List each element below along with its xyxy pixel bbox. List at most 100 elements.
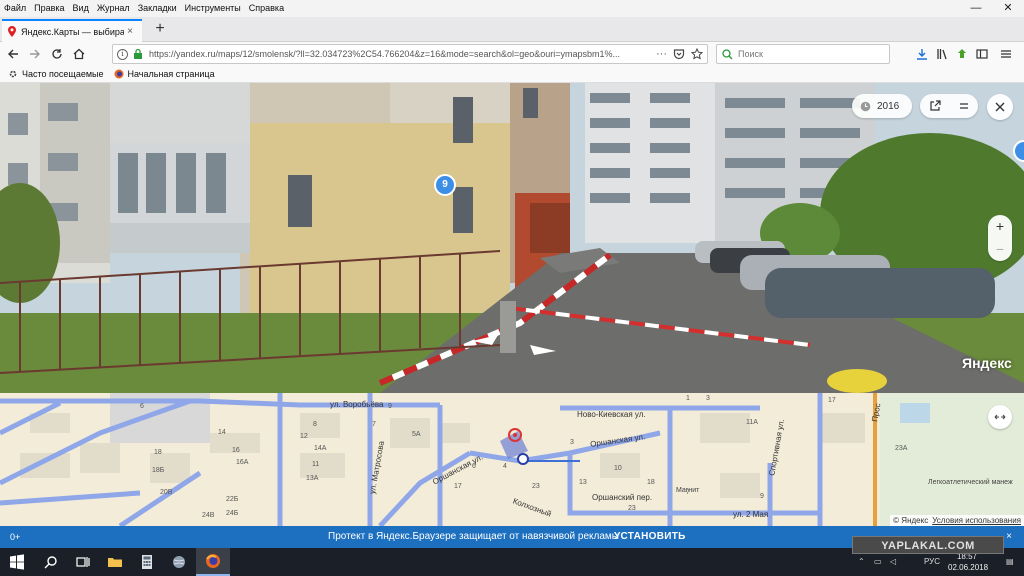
house-number: 18 [154,449,162,456]
house-number: 14А [314,445,327,452]
panorama-tools [920,94,978,118]
house-number-marker[interactable]: 9 [434,174,456,196]
promo-message: Протект в Яндекс.Браузере защищает от на… [328,531,619,542]
panorama-image[interactable] [0,83,1024,393]
pocket-icon[interactable] [673,48,685,60]
extension-button[interactable] [954,46,970,62]
map-terms-link[interactable]: Условия использования [932,516,1021,525]
bookmark-label: Часто посещаемые [22,69,104,79]
address-bar[interactable]: i https://yandex.ru/maps/12/smolensk/?ll… [112,44,708,64]
taskbar-explorer[interactable] [98,548,132,576]
folder-icon [108,558,122,567]
navigation-toolbar: i https://yandex.ru/maps/12/smolensk/?ll… [0,42,1024,66]
zoom-out-button[interactable]: − [988,238,1012,261]
street-label: Ново-Киевская ул. [577,410,646,419]
mini-map[interactable]: ул. Воробьёва Ново-Киевская ул. Оршанска… [0,393,1024,526]
menu-lines-icon[interactable] [958,100,970,112]
task-view-icon [76,557,90,567]
map-expand-button[interactable] [988,405,1012,429]
street-panorama[interactable]: 2016 9 + − Яндекс [0,83,1024,393]
extension-icon [958,49,966,58]
share-icon[interactable] [929,100,941,112]
download-arrow-icon [917,49,927,60]
clock-icon [860,101,871,111]
bookmark-star-icon[interactable] [691,48,703,60]
panorama-year-selector[interactable]: 2016 [852,94,912,118]
tab-title: Яндекс.Карты — выбирайте... [21,26,124,37]
menu-bookmarks[interactable]: Закладки [134,0,181,17]
house-number: 18 [647,479,655,486]
house-number: 3 [570,439,574,446]
promo-close-button[interactable]: × [1002,526,1016,548]
taskbar-firefox[interactable] [196,548,230,576]
browser-window: Файл Правка Вид Журнал Закладки Инструме… [0,0,1024,576]
close-icon [995,102,1005,112]
menu-edit[interactable]: Правка [30,0,68,17]
house-number: 23А [895,445,908,452]
menu-history[interactable]: Журнал [93,0,134,17]
taskbar-calculator[interactable] [130,548,164,576]
zoom-in-button[interactable]: + [988,215,1012,238]
panorama-close-button[interactable] [987,94,1013,120]
age-rating-badge: 0+ [10,532,21,542]
tab-close-button[interactable]: × [124,26,136,37]
forward-button[interactable] [26,45,44,63]
house-number: 24Б [226,510,239,517]
house-number: 11А [746,419,758,426]
task-view-button[interactable] [66,548,100,576]
house-number: 11 [312,461,320,468]
house-number: 20В [160,489,173,496]
menu-tools[interactable]: Инструменты [181,0,245,17]
house-number: 12 [300,433,308,440]
gear-icon [9,70,17,78]
bookmark-most-visited[interactable]: Часто посещаемые [8,69,104,79]
house-number: 14 [218,429,226,436]
search-bar[interactable] [716,44,890,64]
search-icon [722,48,733,59]
close-window-button[interactable]: ✕ [992,0,1024,17]
back-button[interactable] [4,45,22,63]
house-number: 3 [706,395,710,402]
poi-magnit[interactable]: Магнит [676,487,699,494]
house-number: 13А [306,475,319,482]
house-number: 7 [372,421,376,428]
house-number: 17 [454,483,462,490]
street-label: ул. Воробьёва [330,400,384,409]
firefox-icon [114,69,123,79]
menu-help[interactable]: Справка [245,0,288,17]
menu-file[interactable]: Файл [0,0,30,17]
notifications-icon[interactable]: ▤ [1006,548,1014,576]
bookmark-label: Начальная страница [127,69,215,79]
panorama-zoom-control: + − [988,215,1012,261]
poi-stadium[interactable]: Легкоатлетический манеж [928,479,1013,486]
page-actions-button[interactable]: ··· [656,48,667,60]
sidebar-button[interactable] [974,46,990,62]
minimize-button[interactable]: — [960,0,992,17]
clock-date[interactable]: 02.06.2018 [948,563,988,572]
house-number: 8 [313,421,317,428]
menu-button[interactable] [998,46,1014,62]
install-button[interactable]: УСТАНОВИТЬ [614,526,686,548]
search-taskbar-button[interactable] [34,548,68,576]
start-button[interactable] [0,548,34,576]
panorama-year: 2016 [877,100,900,112]
tab-yandex-maps[interactable]: Яндекс.Карты — выбирайте... × [2,19,142,42]
bookmark-home-page[interactable]: Начальная страница [114,69,215,79]
window-controls: — ✕ [960,0,1024,17]
house-number: 13 [579,479,587,486]
house-number: 9 [760,493,764,500]
map-canvas[interactable] [0,393,1024,526]
downloads-button[interactable] [914,46,930,62]
new-tab-button[interactable]: + [150,19,170,39]
url-text[interactable]: https://yandex.ru/maps/12/smolensk/?ll=3… [149,49,650,59]
taskbar-app[interactable] [162,548,196,576]
reload-button[interactable] [48,45,66,63]
info-icon[interactable]: i [117,48,128,60]
house-number: 22Б [226,496,239,503]
library-button[interactable] [934,46,950,62]
search-input[interactable] [738,49,878,59]
house-number: 16А [236,459,249,466]
lock-icon[interactable] [132,48,144,60]
home-button[interactable] [70,45,88,63]
menu-view[interactable]: Вид [69,0,93,17]
